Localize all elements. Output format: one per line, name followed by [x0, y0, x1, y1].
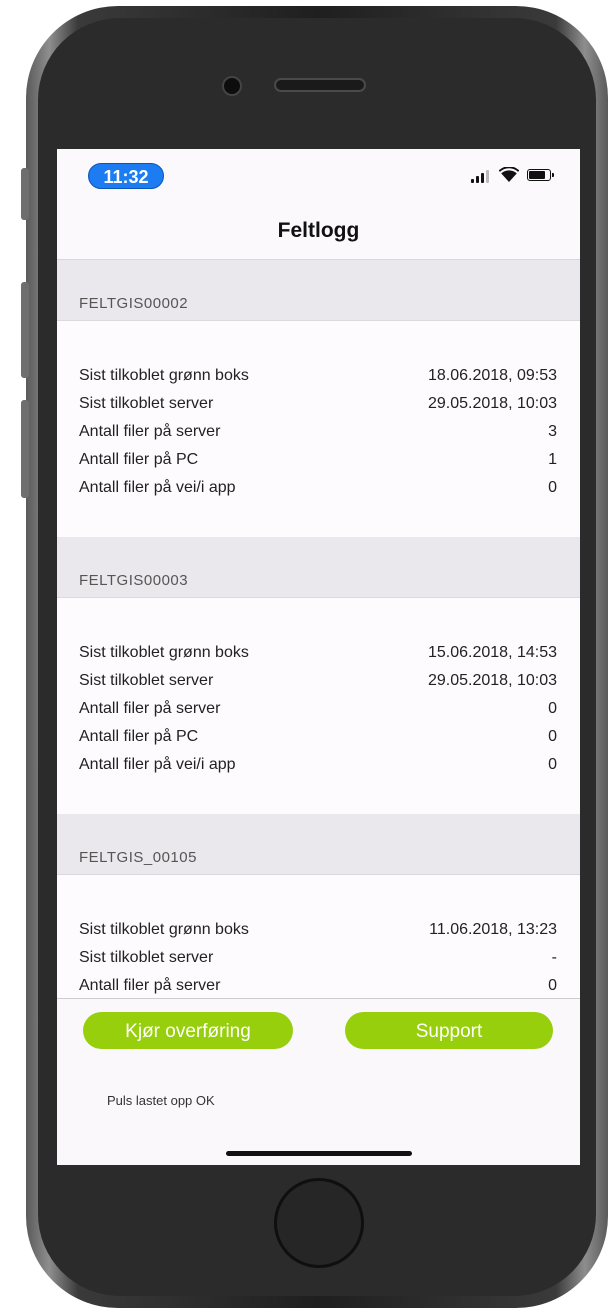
row-label: Antall filer på server [79, 977, 221, 994]
row-value: 11.06.2018, 13:23 [429, 921, 557, 938]
table-row: Sist tilkoblet grønn boks 11.06.2018, 13:… [57, 917, 580, 945]
status-time[interactable]: 11:32 [88, 163, 164, 189]
page-title: Feltlogg [277, 219, 360, 242]
device-id: FELTGIS_00105 [79, 849, 197, 866]
row-label: Antall filer på PC [79, 451, 199, 468]
row-label: Sist tilkoblet grønn boks [79, 921, 249, 938]
row-label: Sist tilkoblet server [79, 395, 214, 412]
wifi-icon [499, 167, 519, 182]
row-value: - [551, 949, 557, 966]
device-section: FELTGIS00003 Sist tilkoblet grønn boks 15… [57, 537, 580, 814]
row-label: Sist tilkoblet server [79, 672, 214, 689]
table-row: Sist tilkoblet grønn boks 18.06.2018, 09:… [57, 363, 580, 391]
table-row: Sist tilkoblet grønn boks 15.06.2018, 14:… [57, 640, 580, 668]
row-label: Sist tilkoblet grønn boks [79, 644, 249, 661]
table-row: Sist tilkoblet server - [57, 945, 580, 973]
home-button[interactable] [274, 1178, 364, 1268]
row-value: 0 [548, 977, 557, 994]
row-value: 29.05.2018, 10:03 [427, 672, 557, 689]
table-row: Antall filer på server 0 [57, 973, 580, 998]
row-value: 18.06.2018, 09:53 [427, 367, 557, 384]
section-header: FELTGIS_00105 [57, 814, 580, 875]
support-button[interactable]: Support [345, 1012, 553, 1049]
status-bar: 11:32 [57, 149, 580, 193]
section-body: Sist tilkoblet grønn boks 11.06.2018, 13:… [57, 875, 580, 998]
table-row: Antall filer på PC 0 [57, 724, 580, 752]
row-value: 0 [548, 728, 557, 745]
row-value: 29.05.2018, 10:03 [427, 395, 557, 412]
row-label: Sist tilkoblet grønn boks [79, 367, 249, 384]
row-value: 0 [548, 756, 557, 773]
volume-up-button [21, 282, 29, 378]
row-label: Antall filer på vei/i app [79, 756, 236, 773]
volume-down-button [21, 400, 29, 498]
row-value: 15.06.2018, 14:53 [427, 644, 557, 661]
table-row: Sist tilkoblet server 29.05.2018, 10:03 [57, 668, 580, 696]
table-row: Antall filer på vei/i app 0 [57, 475, 580, 503]
device-id: FELTGIS00003 [79, 572, 189, 589]
table-row: Sist tilkoblet server 29.05.2018, 10:03 [57, 391, 580, 419]
row-value: 1 [548, 451, 557, 468]
front-camera [222, 76, 242, 96]
section-header: FELTGIS00003 [57, 537, 580, 598]
device-log-list[interactable]: FELTGIS00002 Sist tilkoblet grønn boks 18… [57, 260, 580, 998]
row-value: 0 [548, 700, 557, 717]
signal-icon [471, 169, 491, 183]
action-footer: Kjør overføring Support Puls lastet opp … [57, 998, 580, 1165]
section-body: Sist tilkoblet grønn boks 18.06.2018, 09:… [57, 321, 580, 537]
device-section: FELTGIS00002 Sist tilkoblet grønn boks 18… [57, 260, 580, 537]
battery-icon [527, 169, 554, 181]
upload-status-text: Puls lastet opp OK [107, 1093, 215, 1108]
section-body: Sist tilkoblet grønn boks 15.06.2018, 14:… [57, 598, 580, 814]
mute-switch [21, 168, 29, 220]
home-indicator[interactable] [226, 1151, 412, 1156]
table-row: Antall filer på vei/i app 0 [57, 752, 580, 780]
section-header: FELTGIS00002 [57, 260, 580, 321]
navigation-bar: Feltlogg [57, 193, 580, 260]
device-id: FELTGIS00002 [79, 295, 189, 312]
row-label: Sist tilkoblet server [79, 949, 214, 966]
earpiece-speaker [274, 78, 366, 92]
table-row: Antall filer på PC 1 [57, 447, 580, 475]
screen: 11:32 Feltlogg FELTGIS00002 Sist tilkobl… [57, 149, 580, 1165]
run-transfer-button[interactable]: Kjør overføring [83, 1012, 293, 1049]
row-label: Antall filer på server [79, 423, 221, 440]
table-row: Antall filer på server 3 [57, 419, 580, 447]
row-label: Antall filer på PC [79, 728, 199, 745]
row-value: 3 [548, 423, 557, 440]
row-label: Antall filer på server [79, 700, 221, 717]
device-section: FELTGIS_00105 Sist tilkoblet grønn boks 1… [57, 814, 580, 998]
row-value: 0 [548, 479, 557, 496]
table-row: Antall filer på server 0 [57, 696, 580, 724]
row-label: Antall filer på vei/i app [79, 479, 236, 496]
